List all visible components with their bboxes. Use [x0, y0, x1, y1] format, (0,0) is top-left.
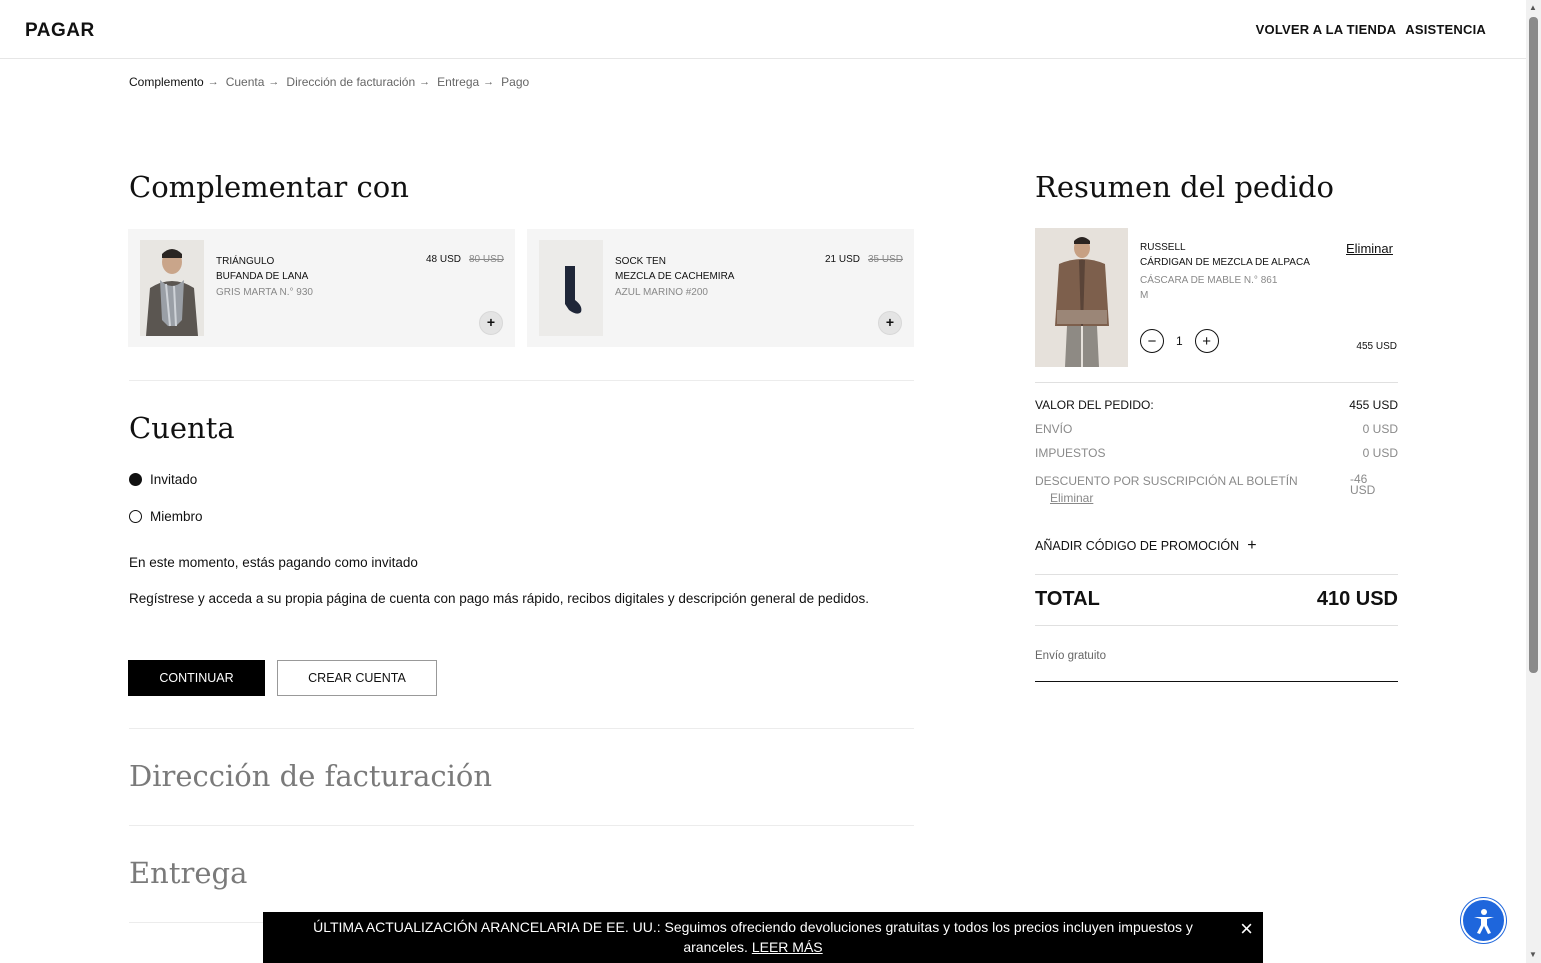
decrease-quantity-button[interactable]: − — [1140, 329, 1164, 353]
back-to-store-link[interactable]: VOLVER A LA TIENDA — [1256, 22, 1397, 37]
register-text: Regístrese y acceda a su propia página d… — [129, 591, 869, 606]
plus-icon: + — [885, 314, 895, 330]
order-value-row: VALOR DEL PEDIDO: 455 USD — [1035, 398, 1398, 412]
current-price: 48 USD — [425, 254, 461, 265]
remove-discount-link[interactable]: Eliminar — [1050, 491, 1093, 505]
top-bar: PAGAR VOLVER A LA TIENDA ASISTENCIA — [0, 0, 1526, 59]
cardigan-product-image[interactable] — [1035, 228, 1128, 367]
quantity-stepper: − 1 + — [1140, 329, 1219, 353]
add-promo-code-button[interactable]: AÑADIR CÓDIGO DE PROMOCIÓN + — [1035, 537, 1257, 555]
add-product-button[interactable]: + — [479, 311, 503, 335]
divider — [129, 380, 914, 381]
item-brand: RUSSELL — [1140, 242, 1186, 253]
old-price: 80 USD — [468, 254, 504, 265]
product-name: SOCK TEN MEZCLA DE CACHEMIRA — [615, 256, 735, 282]
add-product-button[interactable]: + — [878, 311, 902, 335]
item-price: 455 USD — [1356, 341, 1397, 352]
product-card[interactable]: SOCK TEN MEZCLA DE CACHEMIRA AZUL MARINO… — [527, 229, 914, 347]
billing-section-title[interactable]: Dirección de facturación — [129, 759, 492, 793]
summary-title: Resumen del pedido — [1035, 170, 1334, 204]
arrow-right-icon: → — [207, 76, 219, 88]
divider — [1035, 681, 1398, 682]
guest-label: Invitado — [150, 472, 198, 487]
scroll-down-icon[interactable]: ▼ — [1529, 950, 1537, 959]
member-label: Miembro — [150, 509, 203, 524]
create-account-button[interactable]: CREAR CUENTA — [277, 660, 437, 696]
free-shipping-text: Envío gratuito — [1035, 650, 1106, 662]
radio-selected-icon — [129, 473, 142, 486]
shipping-row: ENVÍO 0 USD — [1035, 422, 1398, 436]
breadcrumb: Complemento → Cuenta → Dirección de fact… — [129, 75, 529, 89]
increase-quantity-button[interactable]: + — [1194, 329, 1219, 353]
old-price: 35 USD — [867, 254, 903, 265]
account-title: Cuenta — [129, 411, 235, 445]
item-name: CÁRDIGAN DE MEZCLA DE ALPACA — [1140, 257, 1310, 268]
delivery-section-title[interactable]: Entrega — [129, 856, 247, 890]
plus-icon: + — [1247, 537, 1257, 554]
discount-value: -46 USD — [1350, 472, 1376, 497]
divider — [1035, 574, 1398, 575]
scrollbar[interactable]: ▲ ▼ — [1526, 0, 1541, 963]
total-value: 410 USD — [1316, 588, 1398, 610]
breadcrumb-delivery[interactable]: Entrega — [437, 75, 479, 89]
sock-product-image[interactable] — [539, 240, 603, 336]
close-icon[interactable]: × — [1240, 918, 1253, 940]
product-name: TRIÁNGULO BUFANDA DE LANA — [216, 256, 309, 282]
breadcrumb-account[interactable]: Cuenta — [226, 75, 265, 89]
minus-icon: − — [1147, 332, 1157, 350]
product-color: AZUL MARINO #200 — [615, 287, 708, 298]
read-more-link[interactable]: LEER MÁS — [752, 939, 823, 955]
remove-item-link[interactable]: Eliminar — [1346, 241, 1393, 256]
tax-row: IMPUESTOS 0 USD — [1035, 446, 1398, 460]
guest-radio[interactable]: Invitado — [129, 472, 197, 487]
guest-status-text: En este momento, estás pagando como invi… — [129, 555, 418, 570]
product-price: 21 USD 35 USD — [825, 254, 903, 265]
accessibility-icon — [1473, 908, 1494, 934]
arrow-right-icon: → — [419, 76, 431, 88]
product-color: GRIS MARTA N.° 930 — [216, 287, 313, 298]
tariff-banner: ÚLTIMA ACTUALIZACIÓN ARANCELARIA DE EE. … — [263, 912, 1263, 963]
scrollbar-thumb[interactable] — [1529, 17, 1538, 673]
arrow-right-icon: → — [268, 76, 280, 88]
plus-icon: + — [486, 314, 496, 330]
product-card[interactable]: TRIÁNGULO BUFANDA DE LANA GRIS MARTA N.°… — [128, 229, 515, 347]
complement-title: Complementar con — [129, 170, 409, 204]
accessibility-button[interactable] — [1461, 898, 1506, 943]
quantity-value: 1 — [1176, 334, 1183, 348]
item-color: CÁSCARA DE MABLE N.° 861 — [1140, 275, 1278, 286]
breadcrumb-billing[interactable]: Dirección de facturación — [286, 75, 415, 89]
scarf-product-image[interactable] — [140, 240, 204, 336]
radio-unselected-icon — [129, 510, 142, 523]
current-price: 21 USD — [824, 254, 860, 265]
divider — [1035, 625, 1398, 626]
scroll-up-icon[interactable]: ▲ — [1529, 3, 1537, 12]
total-row: TOTAL 410 USD — [1035, 588, 1398, 611]
support-link[interactable]: ASISTENCIA — [1405, 22, 1486, 37]
divider — [1035, 382, 1398, 383]
breadcrumb-payment[interactable]: Pago — [501, 75, 529, 89]
product-price: 48 USD 80 USD — [426, 254, 504, 265]
arrow-right-icon: → — [483, 76, 495, 88]
logo[interactable]: PAGAR — [25, 20, 95, 42]
item-size: M — [1140, 290, 1149, 301]
total-label: TOTAL — [1035, 588, 1100, 610]
top-nav: VOLVER A LA TIENDA ASISTENCIA — [1256, 22, 1486, 37]
member-radio[interactable]: Miembro — [129, 509, 203, 524]
breadcrumb-complement[interactable]: Complemento — [129, 75, 204, 89]
divider — [129, 825, 914, 826]
plus-icon: + — [1202, 332, 1212, 350]
continue-button[interactable]: CONTINUAR — [128, 660, 265, 696]
divider — [129, 728, 914, 729]
